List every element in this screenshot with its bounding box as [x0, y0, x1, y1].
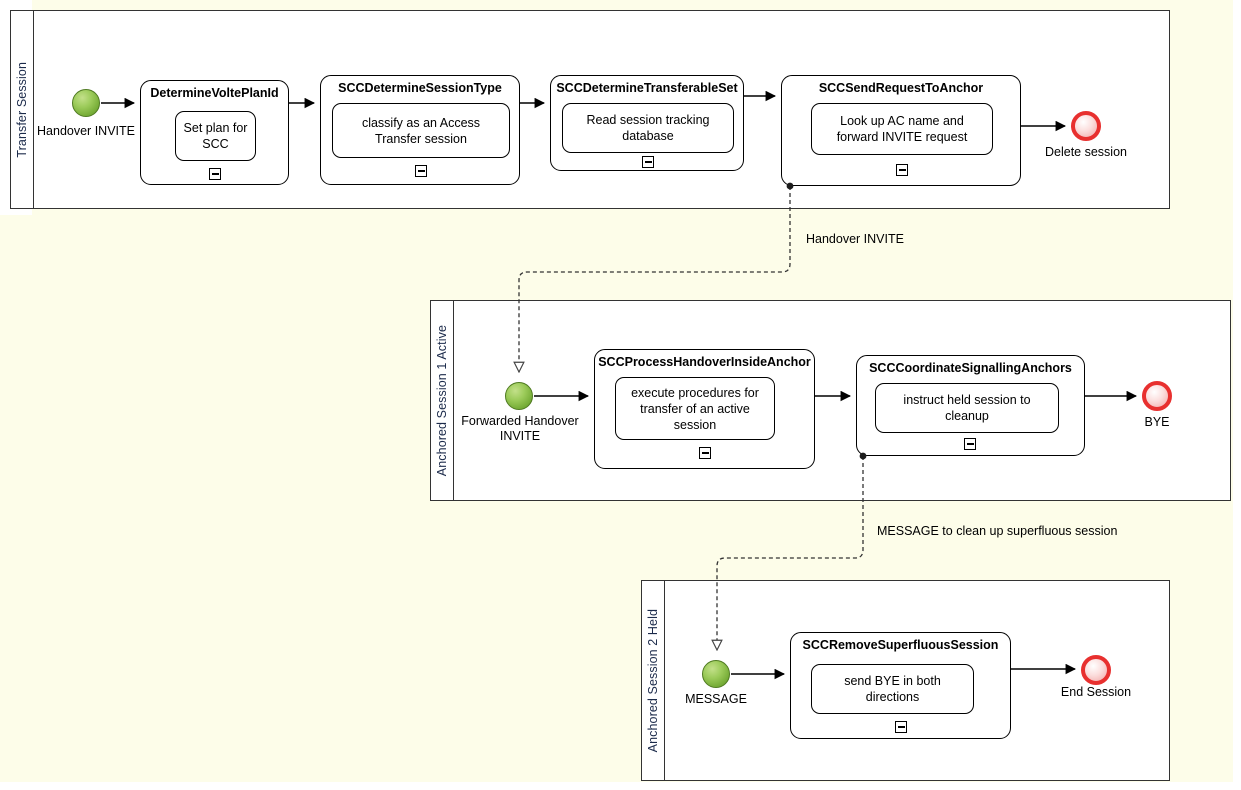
lane-header-transfer-session: Transfer Session: [11, 11, 34, 208]
task-title-scc-process-handover-inside-anchor: SCCProcessHandoverInsideAnchor: [598, 355, 811, 369]
task-title-scc-determine-transferable-set: SCCDetermineTransferableSet: [556, 81, 738, 95]
collapse-minus-icon[interactable]: [895, 721, 907, 733]
task-body-text: Look up AC name and forward INVITE reque…: [836, 114, 968, 144]
end-event-delete-session[interactable]: [1071, 111, 1101, 141]
end-event-bye[interactable]: [1142, 381, 1172, 411]
collapse-minus-icon[interactable]: [699, 447, 711, 459]
task-body-text: classify as an Access Transfer session: [361, 115, 481, 146]
task-scc-process-handover-inside-anchor[interactable]: SCCProcessHandoverInsideAnchor execute p…: [594, 349, 815, 469]
start-event-label-forwarded-handover-invite: Forwarded Handover INVITE: [461, 414, 579, 443]
task-body-text: Read session tracking database: [586, 113, 710, 143]
start-event-message[interactable]: [702, 660, 730, 688]
collapse-minus-icon[interactable]: [415, 165, 427, 177]
message-flow-label-cleanup-message: MESSAGE to clean up superfluous session: [877, 524, 1118, 538]
start-event-forwarded-handover-invite[interactable]: [505, 382, 533, 410]
task-body-text: execute procedures for transfer of an ac…: [631, 385, 759, 432]
end-event-label-delete-session: Delete session: [1045, 145, 1127, 159]
message-flow-label-handover-invite: Handover INVITE: [806, 232, 904, 246]
end-event-label-end-session: End Session: [1060, 685, 1132, 699]
bpmn-diagram-canvas: Transfer Session Handover INVITE Determi…: [0, 0, 1241, 790]
start-event-label-handover-invite: Handover INVITE: [37, 124, 135, 138]
task-body-scc-remove-superfluous-session: send BYE in both directions: [811, 664, 974, 714]
task-title-determine-volte-plan-id: DetermineVoltePlanId: [150, 86, 279, 100]
end-event-end-session[interactable]: [1081, 655, 1111, 685]
task-scc-determine-session-type[interactable]: SCCDetermineSessionType classify as an A…: [320, 75, 520, 185]
task-body-determine-volte-plan-id: Set plan for SCC: [175, 111, 256, 161]
task-title-scc-send-request-to-anchor: SCCSendRequestToAnchor: [818, 81, 984, 95]
lane-label-anchored-session-1-active: Anchored Session 1 Active: [435, 324, 449, 477]
collapse-minus-icon[interactable]: [896, 164, 908, 176]
task-body-scc-process-handover-inside-anchor: execute procedures for transfer of an ac…: [615, 377, 775, 440]
task-body-scc-send-request-to-anchor: Look up AC name and forward INVITE reque…: [811, 103, 993, 155]
end-event-label-bye: BYE: [1144, 415, 1170, 429]
task-body-text: instruct held session to cleanup: [903, 393, 1031, 423]
collapse-minus-icon[interactable]: [642, 156, 654, 168]
task-scc-send-request-to-anchor[interactable]: SCCSendRequestToAnchor Look up AC name a…: [781, 75, 1021, 186]
lane-label-anchored-session-2-held: Anchored Session 2 Held: [646, 608, 660, 753]
task-body-text: Set plan for SCC: [183, 121, 248, 151]
task-title-scc-coordinate-signalling-anchors: SCCCoordinateSignallingAnchors: [869, 361, 1072, 375]
task-body-scc-determine-transferable-set: Read session tracking database: [562, 103, 734, 153]
lane-header-anchored-session-2-held: Anchored Session 2 Held: [642, 581, 665, 780]
canvas-gutter-bottom: [0, 782, 1241, 790]
pool-anchored-session-1-active[interactable]: Anchored Session 1 Active: [430, 300, 1231, 501]
task-scc-coordinate-signalling-anchors[interactable]: SCCCoordinateSignallingAnchors instruct …: [856, 355, 1085, 456]
collapse-minus-icon[interactable]: [209, 168, 221, 180]
canvas-gutter-right: [1233, 0, 1241, 790]
lane-header-anchored-session-1-active: Anchored Session 1 Active: [431, 301, 454, 500]
task-title-scc-determine-session-type: SCCDetermineSessionType: [338, 81, 502, 95]
task-body-text: send BYE in both directions: [844, 674, 941, 704]
start-event-handover-invite[interactable]: [72, 89, 100, 117]
task-title-scc-remove-superfluous-session: SCCRemoveSuperfluousSession: [802, 638, 999, 652]
collapse-minus-icon[interactable]: [964, 438, 976, 450]
task-determine-volte-plan-id[interactable]: DetermineVoltePlanId Set plan for SCC: [140, 80, 289, 185]
task-body-scc-coordinate-signalling-anchors: instruct held session to cleanup: [875, 383, 1059, 433]
lane-label-transfer-session: Transfer Session: [15, 61, 29, 158]
task-scc-remove-superfluous-session[interactable]: SCCRemoveSuperfluousSession send BYE in …: [790, 632, 1011, 739]
task-body-scc-determine-session-type: classify as an Access Transfer session: [332, 103, 510, 158]
start-event-label-message: MESSAGE: [685, 692, 747, 706]
task-scc-determine-transferable-set[interactable]: SCCDetermineTransferableSet Read session…: [550, 75, 744, 171]
